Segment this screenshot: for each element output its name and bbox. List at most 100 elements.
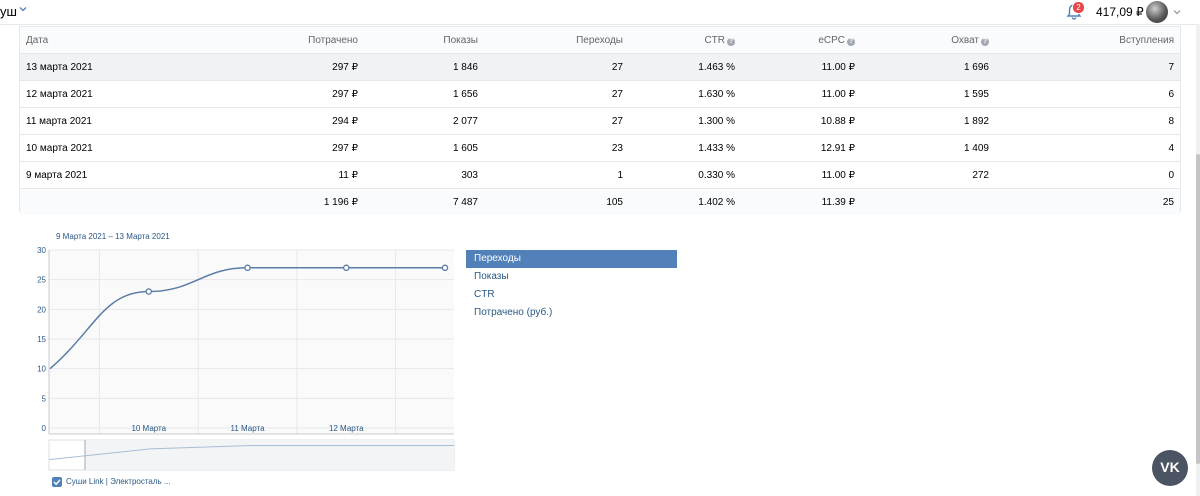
- cell-ctr: 1.433 %: [629, 134, 741, 162]
- y-tick-label: 25: [37, 276, 46, 285]
- cell-joins: 0: [995, 161, 1180, 189]
- cell-ecpc: 11.00 ₽: [741, 53, 861, 81]
- legend-item-clicks[interactable]: Переходы: [466, 250, 677, 268]
- app-title[interactable]: уш: [0, 4, 17, 19]
- legend-item-impressions[interactable]: Показы: [466, 268, 677, 286]
- x-tick-label: 12 Марта: [329, 424, 364, 433]
- cell-impressions: 1 846: [364, 53, 484, 81]
- cell-ctr: 1.463 %: [629, 53, 741, 81]
- line-chart[interactable]: 0 5 10 15 20 25 30 10 Марта 11 Марта 12 Марта: [30, 244, 460, 472]
- cell-clicks: 23: [484, 134, 629, 162]
- cell-joins: 4: [995, 134, 1180, 162]
- y-tick-label: 10: [37, 365, 46, 374]
- cell-ctr: 1.300 %: [629, 107, 741, 135]
- col-header-ecpc[interactable]: eCPC?: [741, 27, 861, 54]
- chart-range-label: 9 Марта 2021 – 13 Марта 2021: [56, 232, 170, 241]
- navigator-selection[interactable]: [85, 440, 454, 470]
- col-header-date[interactable]: Дата: [20, 27, 140, 54]
- cell-impressions: 1 605: [364, 134, 484, 162]
- vk-logo-icon: VK: [1160, 459, 1180, 475]
- help-icon[interactable]: ?: [981, 37, 989, 46]
- y-tick-label: 5: [42, 394, 47, 403]
- x-tick-label: 10 Марта: [131, 424, 166, 433]
- data-point: [244, 264, 251, 272]
- data-point: [145, 288, 153, 295]
- total-date: [20, 188, 140, 215]
- balance[interactable]: 417,09 ₽: [1096, 5, 1144, 19]
- vk-logo-button[interactable]: VK: [1152, 450, 1188, 486]
- cell-ecpc: 11.00 ₽: [741, 80, 861, 108]
- check-icon: [53, 479, 61, 486]
- cell-clicks: 27: [484, 107, 629, 135]
- data-point: [342, 264, 350, 272]
- cell-date: 13 марта 2021: [20, 53, 140, 81]
- page-scrollbar[interactable]: [1196, 24, 1200, 496]
- cell-ecpc: 10.88 ₽: [741, 107, 861, 135]
- notification-badge: 2: [1072, 1, 1085, 14]
- x-tick-label: 11 Марта: [230, 424, 265, 433]
- chart-legend: Переходы Показы CTR Потрачено (руб.): [466, 250, 677, 322]
- cell-reach: 1 696: [861, 53, 995, 81]
- legend-item-ctr[interactable]: CTR: [466, 286, 677, 304]
- cell-spent: 294 ₽: [140, 107, 364, 135]
- y-tick-label: 30: [37, 246, 46, 255]
- cell-impressions: 303: [364, 161, 484, 189]
- avatar[interactable]: [1146, 1, 1168, 23]
- col-header-clicks[interactable]: Переходы: [484, 27, 629, 54]
- cell-joins: 8: [995, 107, 1180, 135]
- cell-reach: 1 409: [861, 134, 995, 162]
- cell-ctr: 1.630 %: [629, 80, 741, 108]
- cell-joins: 6: [995, 80, 1180, 108]
- y-tick-label: 0: [42, 424, 47, 433]
- series-checkbox[interactable]: [52, 477, 62, 487]
- col-header-joins[interactable]: Вступления: [995, 27, 1180, 54]
- total-ctr: 1.402 %: [629, 188, 741, 215]
- cell-ecpc: 11.00 ₽: [741, 161, 861, 189]
- cell-ecpc: 12.91 ₽: [741, 134, 861, 162]
- table-row: 10 марта 2021 297 ₽ 1 605 23 1.433 % 12.…: [20, 134, 1180, 162]
- legend-item-spent[interactable]: Потрачено (руб.): [466, 304, 677, 322]
- help-icon[interactable]: ?: [847, 37, 855, 46]
- cell-clicks: 27: [484, 80, 629, 108]
- col-header-ecpc-label: eCPC: [818, 34, 845, 46]
- col-header-impressions[interactable]: Показы: [364, 27, 484, 54]
- col-header-reach[interactable]: Охват?: [861, 27, 995, 54]
- total-ecpc: 11.39 ₽: [741, 188, 861, 215]
- cell-date: 9 марта 2021: [20, 161, 140, 189]
- y-tick-label: 20: [37, 305, 46, 314]
- cell-reach: 1 892: [861, 107, 995, 135]
- data-point: [441, 264, 449, 272]
- table-row: 11 марта 2021 294 ₽ 2 077 27 1.300 % 10.…: [20, 107, 1180, 135]
- plot-area: [49, 250, 454, 434]
- scrollbar-thumb[interactable]: [1196, 154, 1200, 464]
- col-header-ctr[interactable]: CTR?: [629, 27, 741, 54]
- cell-spent: 11 ₽: [140, 161, 364, 189]
- cell-clicks: 27: [484, 53, 629, 81]
- series-checkbox-label[interactable]: Суши Link | Электросталь ...: [66, 477, 171, 486]
- chevron-down-icon[interactable]: [1173, 9, 1181, 15]
- top-bar: уш 2 417,09 ₽: [0, 0, 1200, 25]
- col-header-spent[interactable]: Потрачено: [140, 27, 364, 54]
- total-reach: [861, 188, 995, 215]
- cell-date: 11 марта 2021: [20, 107, 140, 135]
- help-icon[interactable]: ?: [727, 37, 735, 46]
- table-row: 13 марта 2021 297 ₽ 1 846 27 1.463 % 11.…: [20, 53, 1180, 81]
- cell-clicks: 1: [484, 161, 629, 189]
- stats-table: Дата Потрачено Показы Переходы CTR? eCPC…: [19, 26, 1181, 215]
- cell-date: 12 марта 2021: [20, 80, 140, 108]
- cell-date: 10 марта 2021: [20, 134, 140, 162]
- col-header-reach-label: Охват: [951, 34, 979, 46]
- total-clicks: 105: [484, 188, 629, 215]
- cell-spent: 297 ₽: [140, 53, 364, 81]
- cell-reach: 1 595: [861, 80, 995, 108]
- cell-impressions: 2 077: [364, 107, 484, 135]
- y-axis: 0 5 10 15 20 25 30: [37, 246, 46, 433]
- chevron-down-icon[interactable]: [19, 5, 27, 13]
- table-row: 12 марта 2021 297 ₽ 1 656 27 1.630 % 11.…: [20, 80, 1180, 108]
- cell-ctr: 0.330 %: [629, 161, 741, 189]
- col-header-ctr-label: CTR: [704, 34, 725, 46]
- cell-spent: 297 ₽: [140, 80, 364, 108]
- total-joins: 25: [995, 188, 1180, 215]
- cell-impressions: 1 656: [364, 80, 484, 108]
- table-header-row: Дата Потрачено Показы Переходы CTR? eCPC…: [20, 27, 1180, 54]
